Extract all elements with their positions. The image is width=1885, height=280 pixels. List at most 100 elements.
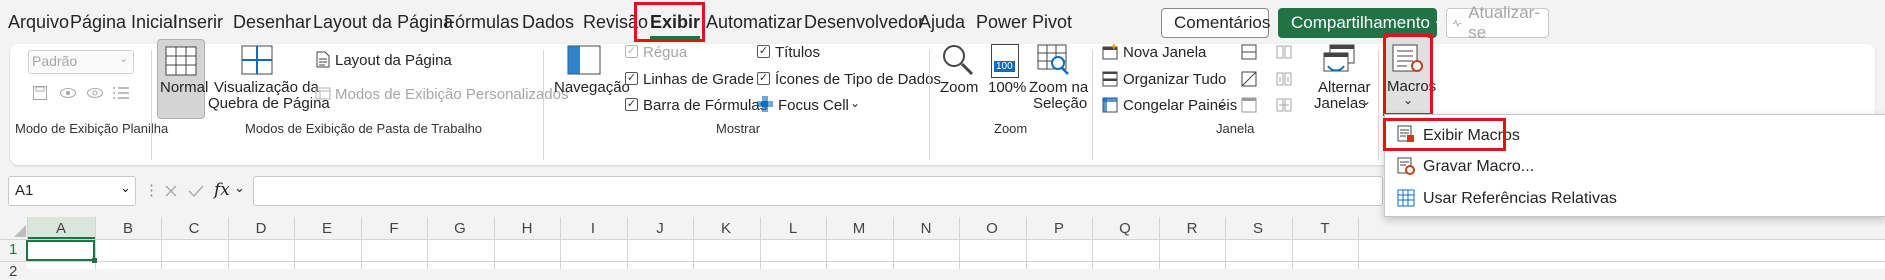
tab-ajuda[interactable]: Ajuda — [919, 12, 965, 33]
new-view-icon[interactable] — [86, 86, 104, 100]
gridlines-label: Linhas de Grade — [643, 71, 754, 88]
chevron-down-icon: ⌄ — [120, 180, 131, 195]
page-100-icon: 100 — [991, 44, 1019, 78]
tab-dados[interactable]: Dados — [522, 12, 574, 33]
pulse-icon — [1452, 19, 1462, 28]
view-side-by-side-icon[interactable] — [1276, 44, 1292, 60]
share-label: Compartilhamento — [1291, 13, 1430, 32]
column-header-d[interactable]: D — [251, 220, 271, 237]
tab-arquivo[interactable]: Arquivo — [8, 12, 69, 33]
group-label-window: Janela — [1216, 121, 1255, 136]
data-type-icons-checkbox[interactable]: ✓ — [757, 72, 770, 85]
view-options-icon[interactable] — [112, 85, 130, 101]
row-header-1[interactable]: 1 — [9, 241, 17, 258]
sheet-view-dropdown[interactable]: Padrão ⌄ — [28, 50, 134, 74]
column-header-i[interactable]: I — [583, 220, 603, 237]
grid-line — [361, 240, 362, 269]
divider — [929, 50, 930, 160]
column-header-t[interactable]: T — [1315, 220, 1335, 237]
zoom-100-button[interactable]: 100 100% — [985, 39, 1026, 117]
save-view-icon[interactable] — [32, 85, 48, 101]
zoom-selection-icon — [1037, 44, 1069, 75]
reset-window-position-icon[interactable] — [1276, 97, 1292, 113]
arrange-all-button[interactable]: Organizar Tudo — [1123, 71, 1226, 88]
column-header-g[interactable]: G — [450, 220, 470, 237]
cancel-entry-icon[interactable] — [164, 184, 178, 198]
ruler-checkbox[interactable]: ✓ — [625, 45, 638, 58]
normal-view-button[interactable]: Normal — [157, 39, 208, 119]
chevron-down-icon[interactable]: ⌄ — [850, 96, 860, 110]
comments-button[interactable]: Comentários — [1161, 8, 1271, 38]
navigation-pane-icon — [567, 45, 601, 75]
split-icon[interactable] — [1241, 44, 1257, 60]
divider — [1378, 50, 1379, 160]
column-header-s[interactable]: S — [1248, 220, 1268, 237]
tab-desenvolvedor[interactable]: Desenvolvedor — [804, 12, 924, 33]
zoom-selection-button[interactable]: Zoom na Seleção — [1027, 39, 1088, 117]
focus-cell-button[interactable]: Focus Cell — [778, 97, 849, 114]
percent-badge: 100 — [994, 61, 1015, 72]
tab-inserir[interactable]: Inserir — [173, 12, 223, 33]
grid-line — [1092, 240, 1093, 269]
column-header-a[interactable]: A — [51, 220, 71, 237]
record-macro-item[interactable]: Gravar Macro... — [1423, 158, 1534, 176]
gridlines-checkbox[interactable]: ✓ — [625, 72, 638, 85]
page-break-preview-button[interactable]: Visualização da Quebra de Página — [207, 39, 330, 117]
fill-handle[interactable] — [92, 258, 97, 263]
name-box[interactable]: A1 ⌄ — [8, 176, 136, 206]
tab-formulas[interactable]: Fórmulas — [444, 12, 519, 33]
custom-views-button[interactable]: Modos de Exibição Personalizados — [335, 86, 568, 103]
switch-windows-button[interactable]: Alternar Janelas ⌄ — [1306, 39, 1372, 117]
column-header-j[interactable]: J — [650, 220, 670, 237]
switch-windows-icon — [1323, 44, 1355, 72]
tab-pagina-inicial[interactable]: Página Inicial — [70, 12, 177, 33]
hide-window-icon[interactable] — [1241, 71, 1257, 87]
column-header-o[interactable]: O — [982, 220, 1002, 237]
headings-label: Títulos — [775, 44, 821, 61]
insert-function-button[interactable]: fx — [214, 180, 230, 200]
ruler-label: Régua — [643, 44, 688, 61]
column-header-b[interactable]: B — [118, 220, 138, 237]
unhide-window-icon[interactable] — [1241, 97, 1257, 113]
group-label-show: Mostrar — [716, 121, 761, 136]
page-layout-button[interactable]: Layout da Página — [335, 52, 452, 69]
confirm-entry-icon[interactable] — [188, 184, 204, 198]
column-header-p[interactable]: P — [1049, 220, 1069, 237]
column-header-k[interactable]: K — [716, 220, 736, 237]
tab-layout-da-pagina[interactable]: Layout da Página — [313, 12, 453, 33]
comments-label: Comentários — [1174, 13, 1271, 32]
column-header-q[interactable]: Q — [1115, 220, 1135, 237]
switch-windows-label-2: Janelas — [1314, 95, 1366, 112]
navigation-button[interactable]: Navegação — [553, 39, 630, 117]
active-cell-a1[interactable] — [26, 240, 95, 261]
column-header-c[interactable]: C — [184, 220, 204, 237]
column-header-r[interactable]: R — [1182, 220, 1202, 237]
column-header-l[interactable]: L — [783, 220, 803, 237]
column-header-n[interactable]: N — [916, 220, 936, 237]
headings-checkbox[interactable]: ✓ — [757, 45, 770, 58]
synchronous-scrolling-icon[interactable] — [1276, 71, 1292, 87]
grid-line — [95, 240, 96, 269]
column-header-e[interactable]: E — [317, 220, 337, 237]
column-header-m[interactable]: M — [849, 220, 869, 237]
column-header-f[interactable]: F — [384, 220, 404, 237]
magnifier-icon — [943, 45, 974, 76]
update-button[interactable]: Atualizar-se — [1446, 3, 1549, 42]
formula-input[interactable] — [253, 176, 1383, 206]
normal-grid-icon — [165, 46, 197, 76]
formula-bar-checkbox[interactable]: ✓ — [625, 98, 638, 111]
divider — [151, 50, 152, 160]
zoom-button[interactable]: Zoom — [937, 39, 979, 117]
tab-automatizar[interactable]: Automatizar — [706, 12, 802, 33]
select-all-icon[interactable] — [14, 225, 26, 237]
zoom-label: Zoom — [940, 79, 979, 96]
row-header-2[interactable]: 2 — [9, 263, 17, 280]
column-header-h[interactable]: H — [517, 220, 537, 237]
new-window-button[interactable]: Nova Janela — [1123, 44, 1206, 61]
exit-view-icon[interactable] — [59, 86, 77, 100]
sheet-cells[interactable] — [27, 240, 1885, 269]
tab-power-pivot[interactable]: Power Pivot — [976, 12, 1072, 33]
tab-desenhar[interactable]: Desenhar — [233, 12, 311, 33]
use-relative-references-item[interactable]: Usar Referências Relativas — [1423, 190, 1617, 208]
formula-bar-label: Barra de Fórmulas — [643, 97, 768, 114]
